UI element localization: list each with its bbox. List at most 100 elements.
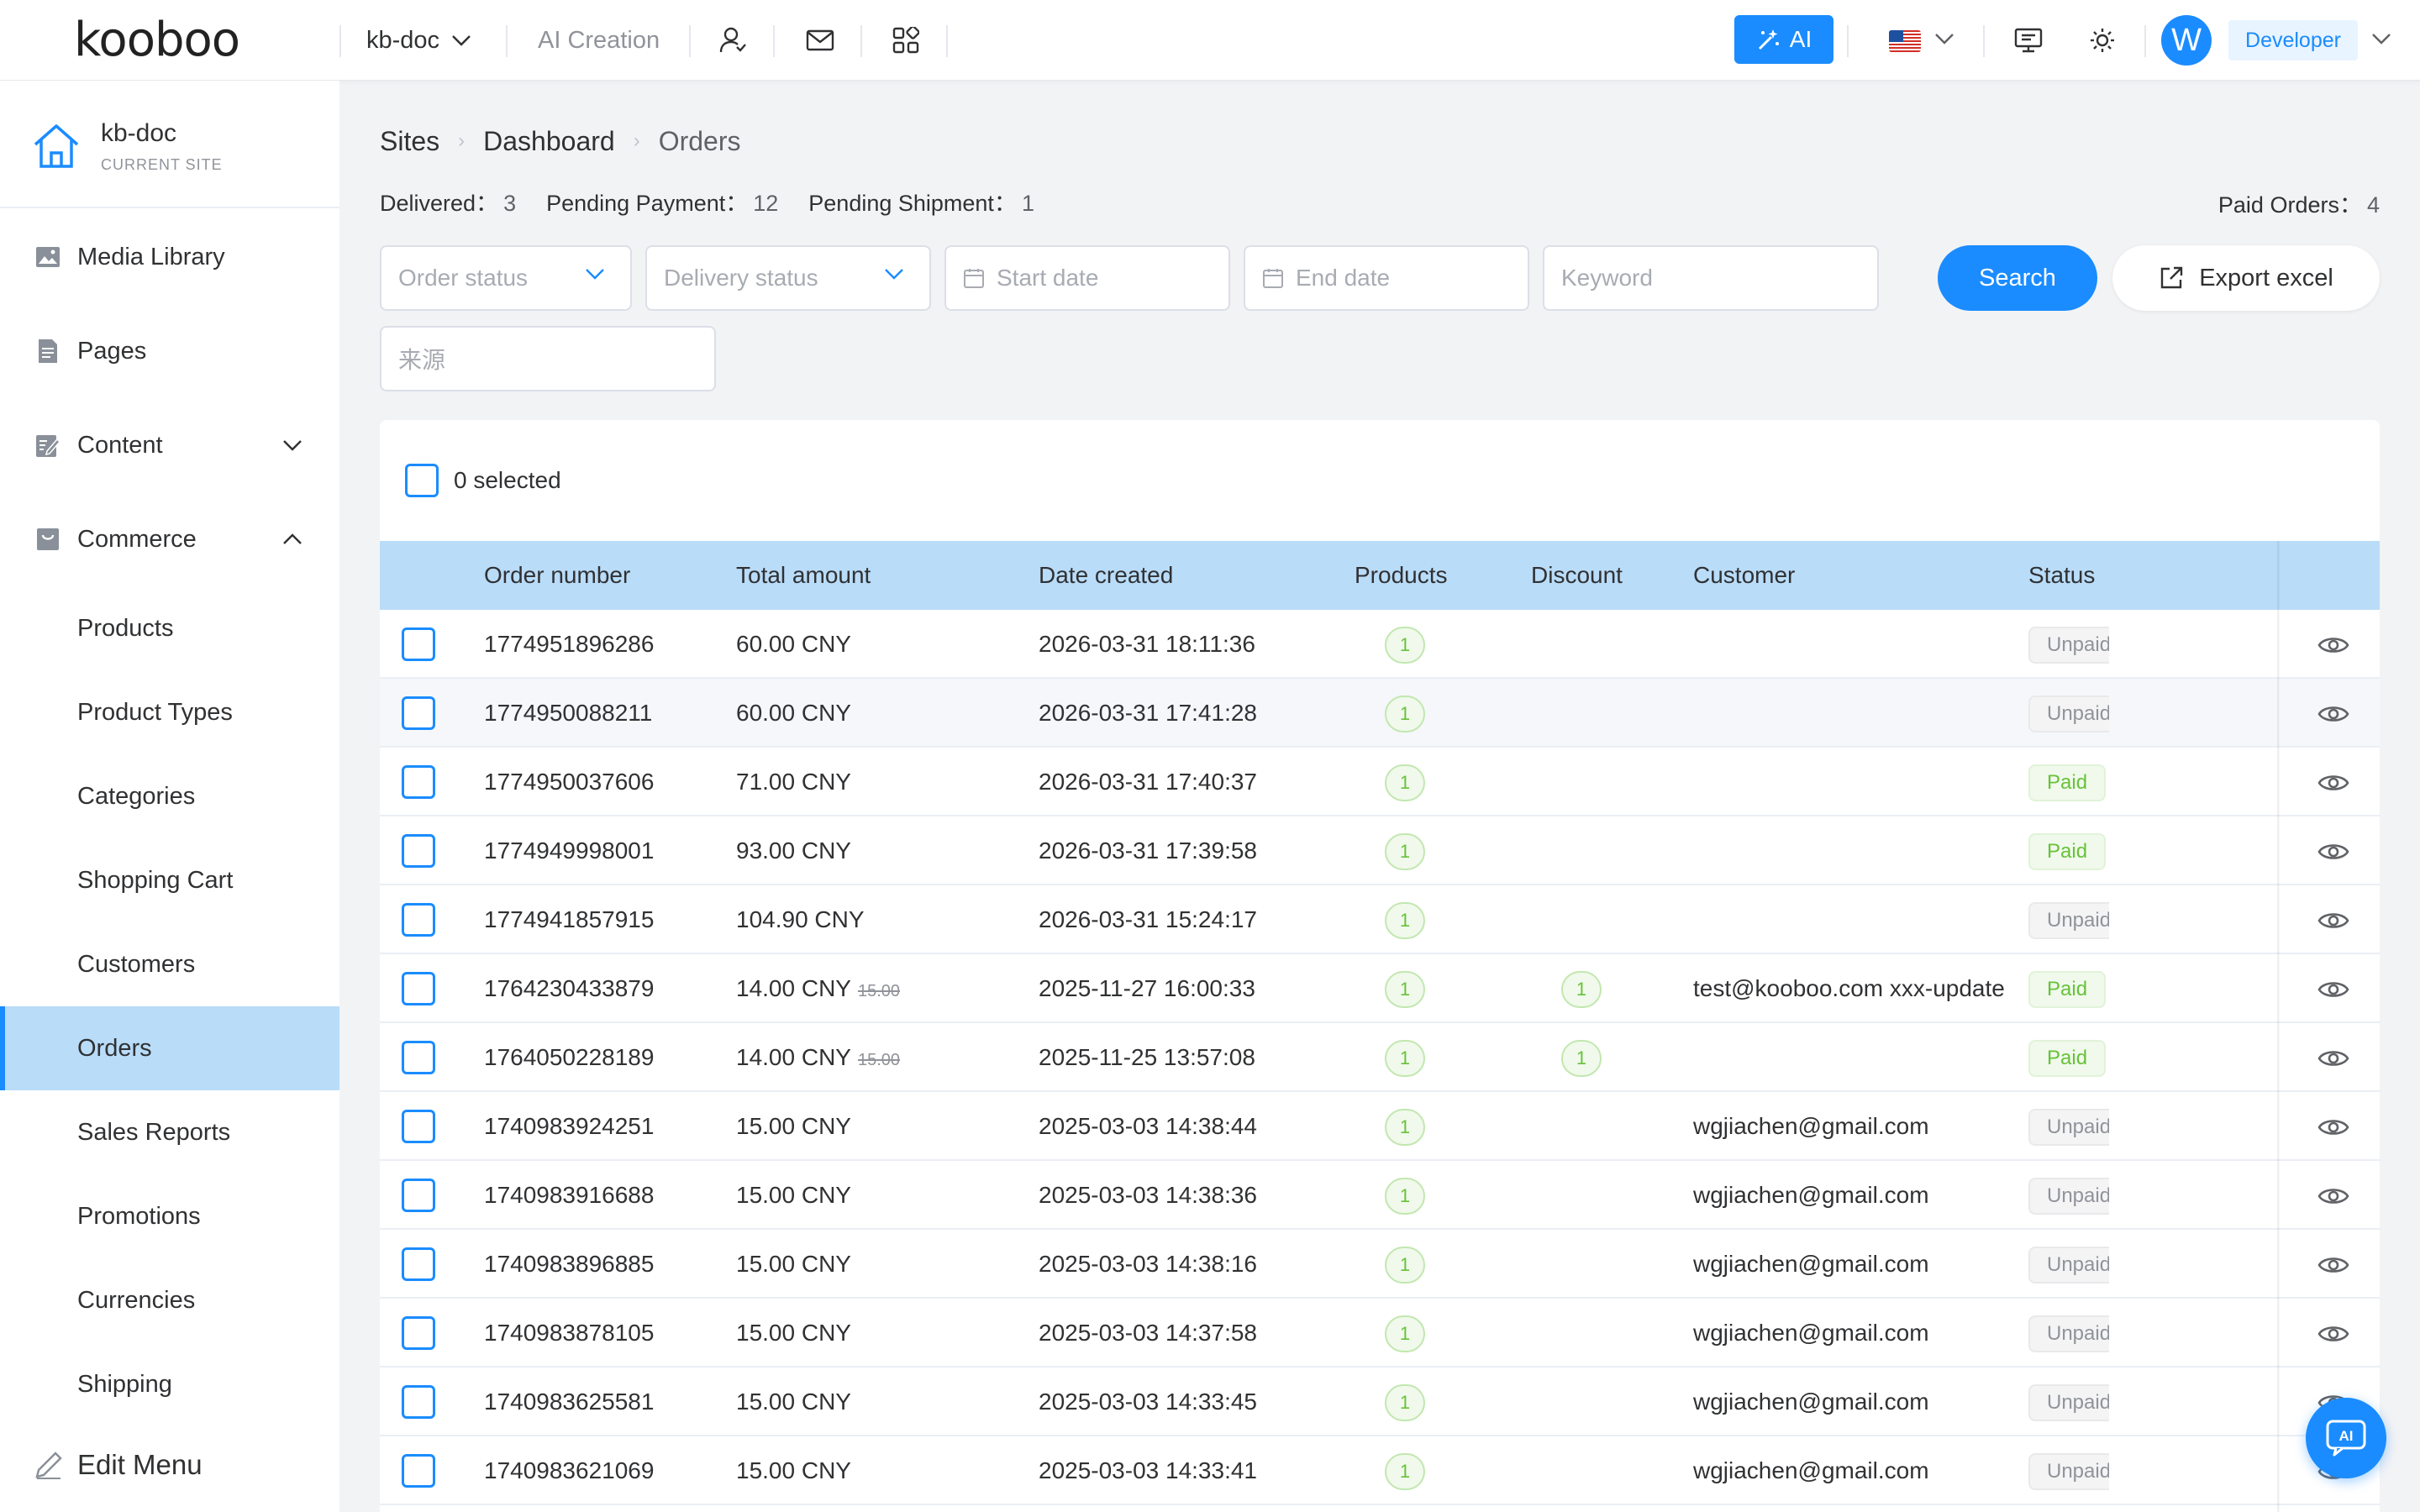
view-eye-icon[interactable] xyxy=(2317,904,2350,937)
sidebar-item-shipping[interactable]: Shipping xyxy=(0,1342,339,1426)
column-total-amount[interactable]: Total amount xyxy=(736,541,871,610)
view-eye-icon[interactable] xyxy=(2317,1248,2350,1282)
products-count-badge[interactable]: 1 xyxy=(1385,764,1425,801)
table-row[interactable]: 1740983924251 15.00 CNY 2025-03-03 14:38:4… xyxy=(380,1092,2380,1161)
table-row[interactable]: 1774950037606 71.00 CNY 2026-03-31 17:40:3… xyxy=(380,748,2380,816)
sidebar-item-customers[interactable]: Customers xyxy=(0,922,339,1006)
breadcrumb-dashboard[interactable]: Dashboard xyxy=(483,126,615,157)
products-count-badge[interactable]: 1 xyxy=(1385,902,1425,939)
table-row[interactable]: 1774949998001 93.00 CNY 2026-03-31 17:39:5… xyxy=(380,816,2380,885)
monitor-icon[interactable] xyxy=(2010,22,2047,59)
row-checkbox[interactable] xyxy=(402,1385,435,1419)
products-count-badge[interactable]: 1 xyxy=(1385,1453,1425,1490)
products-count-badge[interactable]: 1 xyxy=(1385,833,1425,870)
products-count-badge[interactable]: 1 xyxy=(1385,696,1425,732)
column-status[interactable]: Status xyxy=(2028,541,2095,610)
source-input[interactable]: 来源 xyxy=(380,326,716,391)
products-count-badge[interactable]: 1 xyxy=(1385,971,1425,1008)
row-checkbox[interactable] xyxy=(402,1110,435,1143)
sidebar-item-products[interactable]: Products xyxy=(0,586,339,670)
ai-creation-link[interactable]: AI Creation xyxy=(538,24,660,57)
products-count-badge[interactable]: 1 xyxy=(1385,1178,1425,1215)
sidebar-item-categories[interactable]: Categories xyxy=(0,754,339,838)
table-row[interactable]: 1740983878105 15.00 CNY 2025-03-03 14:37:5… xyxy=(380,1299,2380,1368)
products-count-badge[interactable]: 1 xyxy=(1385,1040,1425,1077)
view-eye-icon[interactable] xyxy=(2317,973,2350,1006)
row-checkbox[interactable] xyxy=(402,1179,435,1212)
sidebar-item-sales-reports[interactable]: Sales Reports xyxy=(0,1090,339,1174)
view-eye-icon[interactable] xyxy=(2317,1317,2350,1351)
keyword-input[interactable]: Keyword xyxy=(1543,245,1879,311)
view-eye-icon[interactable] xyxy=(2317,766,2350,800)
table-row[interactable]: 1740983896885 15.00 CNY 2025-03-03 14:38:1… xyxy=(380,1230,2380,1299)
row-checkbox[interactable] xyxy=(402,765,435,799)
view-eye-icon[interactable] xyxy=(2317,1110,2350,1144)
kooboo-logo[interactable]: kooboo xyxy=(74,13,240,67)
sidebar-item-content[interactable]: Content xyxy=(0,403,339,487)
start-date-input[interactable]: Start date xyxy=(944,245,1230,311)
column-products[interactable]: Products xyxy=(1355,541,1448,610)
table-row[interactable]: 1764050228189 14.00 CNY 15.00 2025-11-25 13… xyxy=(380,1023,2380,1092)
sidebar-item-pages[interactable]: Pages xyxy=(0,309,339,393)
table-row[interactable]: 1774950088211 60.00 CNY 2026-03-31 17:41:2… xyxy=(380,679,2380,748)
sidebar-item-currencies[interactable]: Currencies xyxy=(0,1258,339,1342)
row-checkbox[interactable] xyxy=(402,834,435,868)
products-count-badge[interactable]: 1 xyxy=(1385,1315,1425,1352)
products-count-badge[interactable]: 1 xyxy=(1385,1247,1425,1284)
current-site-header[interactable]: kb-doc CURRENT SITE xyxy=(0,81,339,208)
row-checkbox[interactable] xyxy=(402,1247,435,1281)
table-row[interactable]: 1764230433879 14.00 CNY 15.00 2025-11-27 16… xyxy=(380,954,2380,1023)
mail-icon[interactable] xyxy=(802,22,839,59)
discount-count-badge[interactable]: 1 xyxy=(1561,1040,1602,1077)
products-count-badge[interactable]: 1 xyxy=(1385,627,1425,664)
chevron-down-icon[interactable] xyxy=(1934,32,1954,45)
column-date-created[interactable]: Date created xyxy=(1039,541,1173,610)
site-selector[interactable]: kb-doc xyxy=(366,24,471,57)
select-all-checkbox[interactable] xyxy=(405,464,439,497)
table-row[interactable]: 1740983916688 15.00 CNY 2025-03-03 14:38:3… xyxy=(380,1161,2380,1230)
user-switch-icon[interactable] xyxy=(714,22,751,59)
view-eye-icon[interactable] xyxy=(2317,628,2350,662)
sidebar-item-product-types[interactable]: Product Types xyxy=(0,670,339,754)
products-count-badge[interactable]: 1 xyxy=(1385,1109,1425,1146)
view-eye-icon[interactable] xyxy=(2317,697,2350,731)
avatar[interactable]: W xyxy=(2161,15,2212,66)
row-checkbox[interactable] xyxy=(402,696,435,730)
row-checkbox[interactable] xyxy=(402,1316,435,1350)
discount-count-badge[interactable]: 1 xyxy=(1561,971,1602,1008)
theme-sun-icon[interactable] xyxy=(2084,22,2121,59)
search-button[interactable]: Search xyxy=(1938,245,2097,311)
view-eye-icon[interactable] xyxy=(2317,835,2350,869)
sidebar-item-promotions[interactable]: Promotions xyxy=(0,1174,339,1258)
view-eye-icon[interactable] xyxy=(2317,1042,2350,1075)
table-row[interactable]: 1740983621069 15.00 CNY 2025-03-03 14:33:4… xyxy=(380,1436,2380,1505)
order-status-select[interactable]: Order status xyxy=(380,245,632,311)
row-checkbox[interactable] xyxy=(402,627,435,661)
ai-assistant-button[interactable]: AI xyxy=(2306,1398,2386,1478)
column-customer[interactable]: Customer xyxy=(1693,541,1795,610)
sidebar-item-media-library[interactable]: Media Library xyxy=(0,215,339,299)
ai-button[interactable]: AI xyxy=(1734,15,1833,64)
sidebar-item-commerce[interactable]: Commerce xyxy=(0,497,339,581)
apps-grid-icon[interactable] xyxy=(887,22,924,59)
row-checkbox[interactable] xyxy=(402,972,435,1005)
delivery-status-select[interactable]: Delivery status xyxy=(645,245,931,311)
row-checkbox[interactable] xyxy=(402,1041,435,1074)
table-row[interactable]: 1740983625581 15.00 CNY 2025-03-03 14:33:4… xyxy=(380,1368,2380,1436)
role-badge[interactable]: Developer xyxy=(2228,20,2358,60)
products-count-badge[interactable]: 1 xyxy=(1385,1384,1425,1421)
edit-menu-button[interactable]: Edit Menu xyxy=(0,1423,339,1507)
column-discount[interactable]: Discount xyxy=(1531,541,1623,610)
sidebar-item-orders[interactable]: Orders xyxy=(0,1006,339,1090)
sidebar-item-shopping-cart[interactable]: Shopping Cart xyxy=(0,838,339,922)
breadcrumb-sites[interactable]: Sites xyxy=(380,126,439,157)
table-row[interactable]: 1774941857915 104.90 CNY 2026-03-31 15:24:… xyxy=(380,885,2380,954)
chevron-down-icon[interactable] xyxy=(2371,32,2391,45)
end-date-input[interactable]: End date xyxy=(1244,245,1529,311)
row-checkbox[interactable] xyxy=(402,1454,435,1488)
column-order-number[interactable]: Order number xyxy=(484,541,630,610)
row-checkbox[interactable] xyxy=(402,903,435,937)
table-row[interactable]: 1774951896286 60.00 CNY 2026-03-31 18:11:3… xyxy=(380,610,2380,679)
us-flag-icon[interactable] xyxy=(1889,30,1921,52)
export-excel-button[interactable]: Export excel xyxy=(2112,245,2380,311)
